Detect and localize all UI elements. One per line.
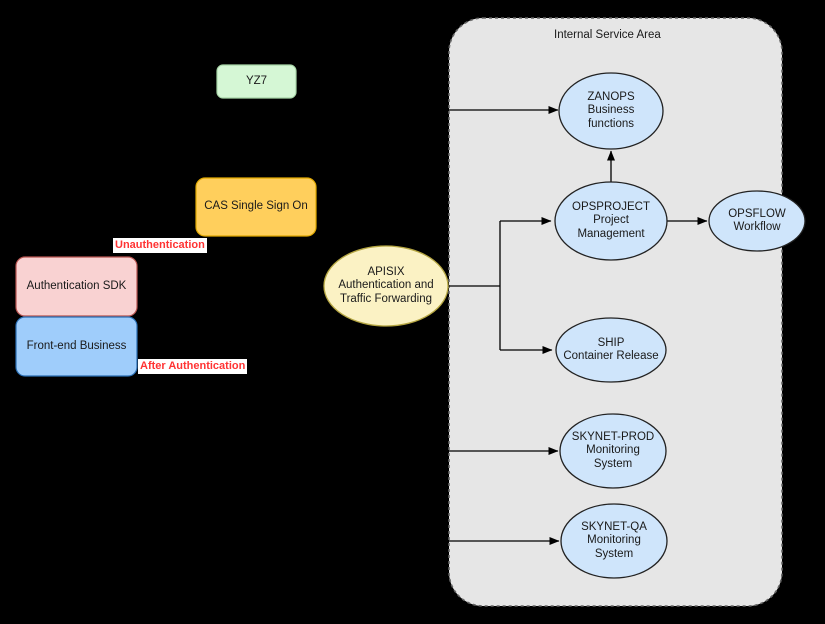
node-yz7[interactable] xyxy=(216,64,297,99)
node-cas-single-sign-on[interactable] xyxy=(195,177,317,237)
node-front-end-business[interactable] xyxy=(15,316,138,377)
internal-service-area-title: Internal Service Area xyxy=(554,29,661,41)
node-ship[interactable] xyxy=(555,317,667,383)
node-skynet-qa[interactable] xyxy=(560,503,668,579)
node-opsproject[interactable] xyxy=(554,181,668,261)
node-authentication-sdk[interactable] xyxy=(15,256,138,317)
edge-label-unauthentication: Unauthentication xyxy=(113,238,207,253)
node-opsflow[interactable] xyxy=(708,190,806,252)
node-zanops[interactable] xyxy=(558,72,664,150)
node-apisix[interactable] xyxy=(323,245,449,327)
diagram-shapes-layer xyxy=(15,17,806,607)
edge-label-after-authentication: After Authentication xyxy=(138,359,248,374)
node-skynet-prod[interactable] xyxy=(559,413,667,489)
diagram-canvas: Internal Service Area YZ7 CAS Single Sig… xyxy=(0,0,825,624)
